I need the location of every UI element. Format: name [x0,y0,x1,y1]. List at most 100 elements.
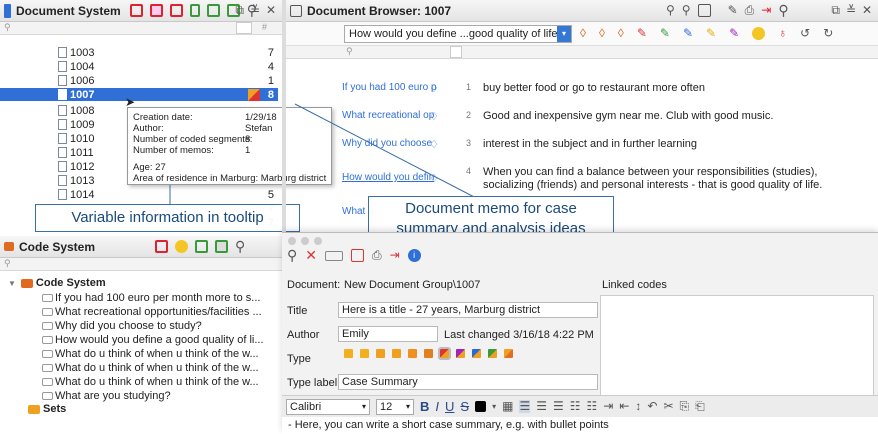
creative-coding-icon[interactable] [215,240,228,253]
sets-item[interactable]: Sets [28,403,66,415]
align-center-icon[interactable]: ☰ [536,400,547,413]
collapse-icon[interactable]: ≚ [250,4,260,17]
memo-type-green[interactable] [488,349,497,358]
author-field[interactable]: Emily [338,326,438,342]
code-item[interactable]: What do u think of when u think of the w… [42,375,259,388]
linked-codes-list[interactable] [600,295,874,405]
highlight-yellow-icon[interactable]: ✎ [706,27,716,40]
edit-mode-icon[interactable]: ✎ [728,4,738,17]
code-system-root[interactable]: ▼ Code System [8,277,106,289]
window-minimize-dot[interactable] [301,237,309,245]
list-item[interactable]: 1004 4 [0,60,278,73]
code-item[interactable]: Why did you choose to study? [42,319,202,332]
code-dropdown[interactable]: How would you define ...good quality of … [344,24,572,43]
coding-stripe-label[interactable]: What recreational op [342,110,434,121]
strikethrough-icon[interactable]: S [460,399,469,414]
coding-stripe-label[interactable]: How would you defin [342,172,434,183]
undock-icon[interactable]: ⧉ [235,4,244,17]
font-select[interactable]: Calibri ▾ [286,398,370,415]
search-icon[interactable]: ⚲ [287,248,297,262]
segment-row[interactable]: What recreational op ♢ 2 Good and inexpe… [286,110,878,124]
code-item[interactable]: What are you studying? [42,389,171,402]
bullet-list-icon[interactable]: ☷ [570,400,581,413]
memo-type-icon[interactable] [325,250,343,261]
media-icon[interactable] [697,4,711,17]
export-icon[interactable]: ⇥ [390,249,400,262]
memo-type-info[interactable] [360,349,369,358]
coding-stripe-label[interactable]: Why did you choose [342,138,432,149]
type-label-field[interactable]: Case Summary [338,374,598,390]
coding-stripe-label[interactable]: If you had 100 euro p [342,82,437,93]
undo-code-icon[interactable]: ↺ [800,27,810,40]
memo-type-literature[interactable] [408,349,417,358]
memo-type-standard[interactable] [344,349,353,358]
document-group-icon[interactable] [149,4,163,17]
highlight-purple-icon[interactable]: ✎ [729,27,739,40]
symbol-icon[interactable]: ♁ [778,27,787,40]
segment-row[interactable]: If you had 100 euro p ♢ 1 buy better foo… [286,82,878,96]
redo-code-icon[interactable]: ↻ [823,27,833,40]
paste-icon[interactable]: ⎗ [695,400,705,413]
memo-type-blue[interactable] [472,349,481,358]
title-field[interactable]: Here is a title - 27 years, Marburg dist… [338,302,598,318]
italic-icon[interactable]: I [435,399,439,414]
align-left-icon[interactable]: ☰ [519,400,531,413]
close-icon[interactable]: ✕ [266,4,276,17]
in-vivo-icon[interactable]: ◊ [618,27,624,40]
copy-icon[interactable]: ⎘ [680,400,690,413]
attach-icon[interactable] [351,249,364,262]
memo-type-red[interactable] [438,347,451,360]
collapse-icon[interactable]: ≚ [846,4,856,17]
code-item[interactable]: If you had 100 euro per month more to s.… [42,291,260,304]
bold-icon[interactable]: B [420,399,429,414]
close-icon[interactable]: ✕ [862,4,872,17]
line-spacing-icon[interactable]: ↕ [635,400,641,413]
numbered-list-icon[interactable]: ☷ [587,400,598,413]
search-next-icon[interactable]: ⚲ [682,4,691,17]
new-code-icon[interactable] [155,240,168,253]
code-new-icon[interactable]: ◊ [599,27,605,40]
text-color-icon[interactable] [475,401,487,412]
list-item[interactable]: 1006 1 [0,74,278,87]
new-document-icon[interactable] [129,4,143,17]
indent-icon[interactable]: ⇥ [603,400,613,413]
align-right-icon[interactable]: ☰ [553,400,564,413]
segment-row[interactable]: Why did you choose ♢ 3 interest in the s… [286,138,878,152]
code-item[interactable]: What do u think of when u think of the w… [42,347,259,360]
activate-icon[interactable] [206,4,220,17]
find-icon[interactable]: ⚲ [778,3,788,17]
search-icon[interactable]: ⚲ [235,239,245,253]
memo-type-question[interactable] [376,349,385,358]
code-matrix-icon[interactable] [195,240,208,253]
code-icon[interactable]: ◊ [580,27,586,40]
memo-type-orange[interactable] [504,349,513,358]
memo-type-theory[interactable] [392,349,401,358]
font-size-select[interactable]: 12 ▾ [376,398,414,415]
code-item[interactable]: What do u think of when u think of the w… [42,361,259,374]
list-item-selected[interactable]: 1007 8 [0,88,278,101]
segment-row[interactable]: How would you defin ♢ 4 When you can fin… [286,166,878,196]
highlight-green-icon[interactable]: ✎ [660,27,670,40]
emoticon-icon[interactable] [752,27,766,40]
delete-icon[interactable]: ✕ [305,248,317,262]
outdent-icon[interactable]: ⇤ [619,400,629,413]
cut-icon[interactable]: ✂ [663,400,673,413]
highlight-blue-icon[interactable]: ✎ [683,27,693,40]
undock-icon[interactable]: ⧉ [831,4,840,17]
expand-icon[interactable]: ▼ [8,279,16,288]
retrieve-icon[interactable] [189,4,200,17]
highlight-red-icon[interactable]: ✎ [637,27,647,40]
memo-type-purple[interactable] [456,349,465,358]
memo-type-method[interactable] [424,349,433,358]
memo-body-editor[interactable]: - Here, you can write a short case summa… [282,417,878,434]
export-icon[interactable]: ⇥ [761,4,771,17]
list-item[interactable]: 1014 5 [0,188,278,201]
underline-icon[interactable]: U [445,399,454,414]
background-color-icon[interactable]: ▦ [502,400,513,413]
emoticode-icon[interactable] [175,240,188,253]
window-close-dot[interactable] [288,237,296,245]
search-icon[interactable]: ⚲ [666,4,675,17]
code-item[interactable]: What recreational opportunities/faciliti… [42,305,262,318]
print-icon[interactable]: ⎙ [745,4,755,17]
import-icon[interactable] [169,4,183,17]
